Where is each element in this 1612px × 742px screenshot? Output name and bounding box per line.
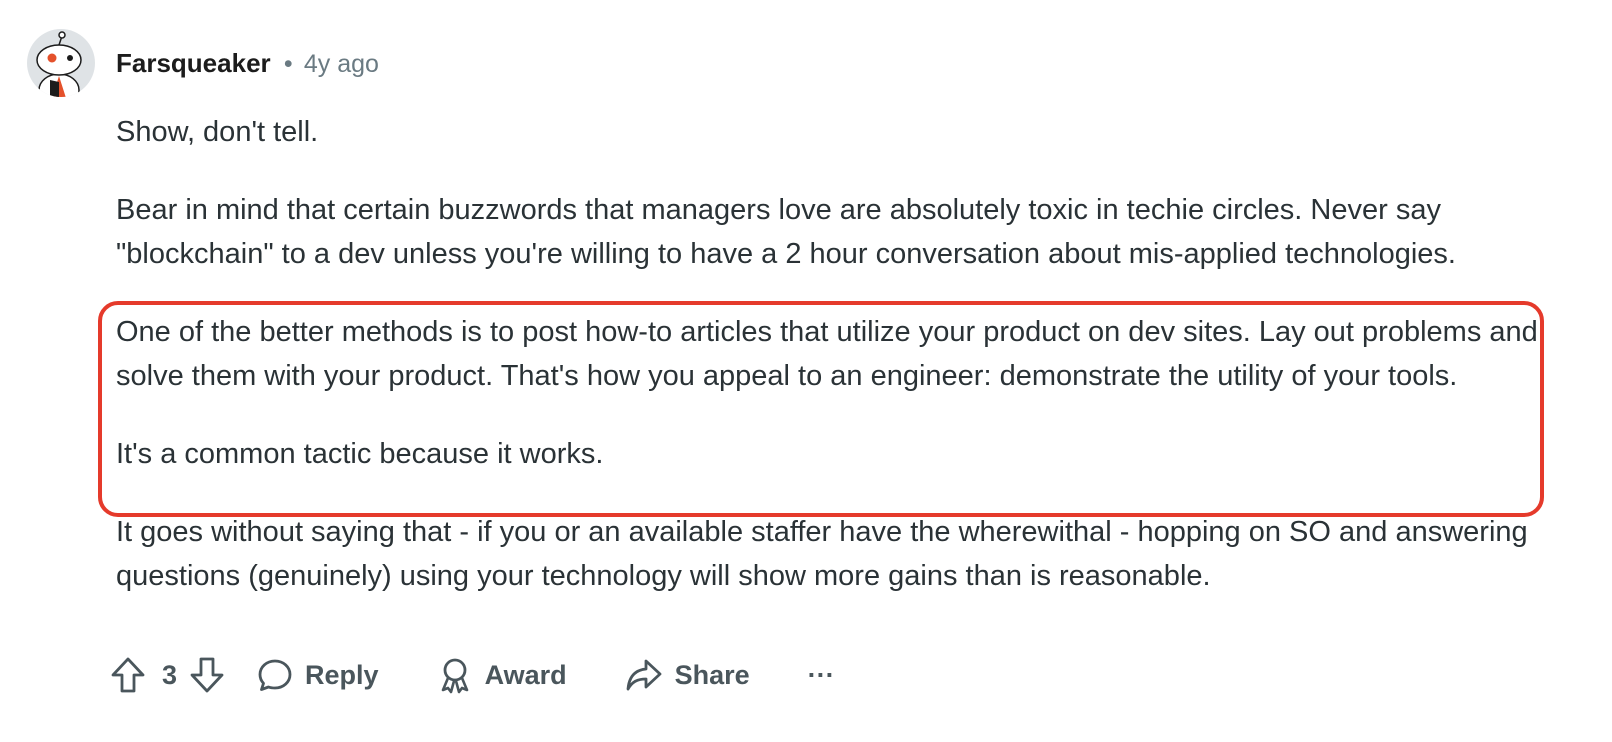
- more-options-label: ···: [807, 659, 835, 690]
- award-label: Award: [484, 659, 567, 690]
- comment-paragraph: It goes without saying that - if you or …: [116, 516, 1528, 592]
- user-avatar-icon[interactable]: [26, 28, 96, 98]
- reply-label: Reply: [305, 659, 379, 690]
- vote-count: 3: [162, 659, 178, 690]
- reply-button[interactable]: Reply: [257, 657, 379, 693]
- comment-paragraph: Bear in mind that certain buzzwords that…: [116, 194, 1456, 270]
- more-options-button[interactable]: ···: [808, 660, 835, 691]
- meta-separator: •: [283, 50, 293, 78]
- share-arrow-icon: [626, 659, 661, 691]
- award-ribbon-icon: [441, 658, 468, 694]
- vote-group: 3: [110, 656, 225, 694]
- highlight-annotation: [98, 301, 1544, 517]
- comment-meta: Farsqueaker • 4y ago: [116, 46, 379, 81]
- share-label: Share: [674, 659, 750, 690]
- speech-bubble-icon: [258, 659, 292, 691]
- comment-actions: 3 Reply Award Share ···: [110, 652, 835, 698]
- upvote-arrow-icon[interactable]: [110, 656, 146, 694]
- downvote-arrow-icon[interactable]: [189, 656, 225, 694]
- comment-paragraph: Show, don't tell.: [116, 116, 319, 148]
- author-name[interactable]: Farsqueaker: [116, 48, 271, 78]
- timestamp[interactable]: 4y ago: [304, 50, 379, 78]
- award-button[interactable]: Award: [437, 656, 567, 694]
- share-button[interactable]: Share: [625, 657, 750, 693]
- comment: Farsqueaker • 4y ago Show, don't tell. B…: [0, 0, 1612, 742]
